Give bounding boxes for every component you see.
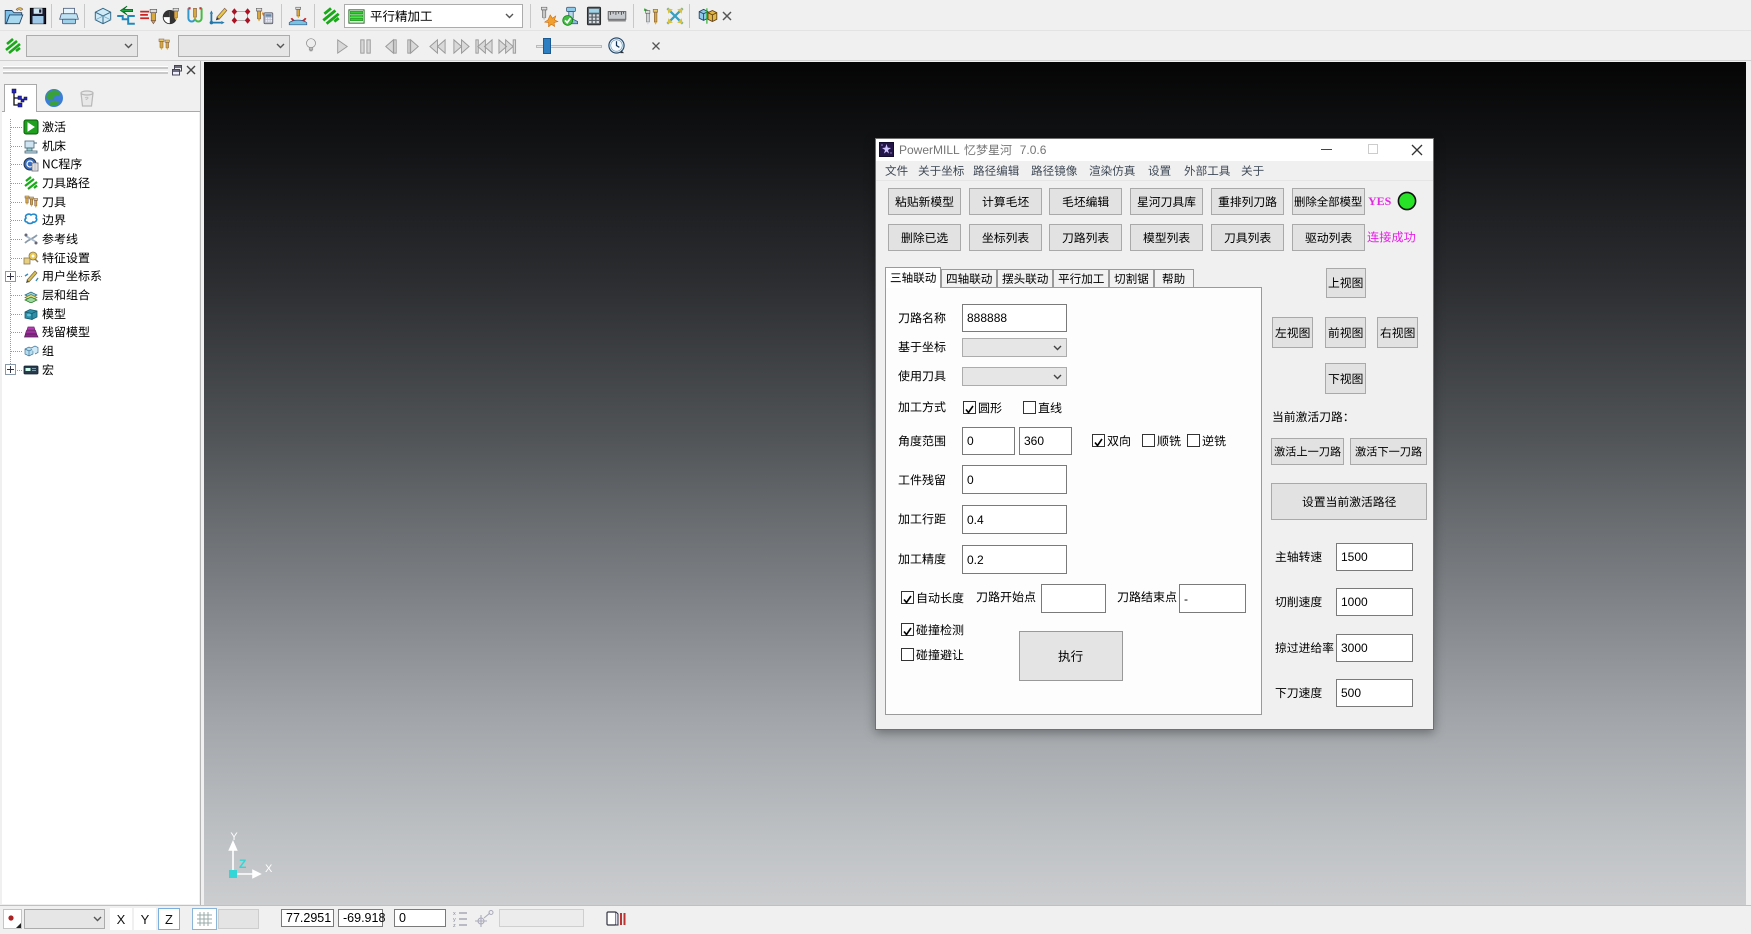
svg-text:X: X — [265, 863, 272, 875]
svg-text:z: z — [453, 923, 456, 928]
svg-text:Y: Y — [230, 831, 238, 843]
svg-text:Z: Z — [239, 857, 246, 871]
